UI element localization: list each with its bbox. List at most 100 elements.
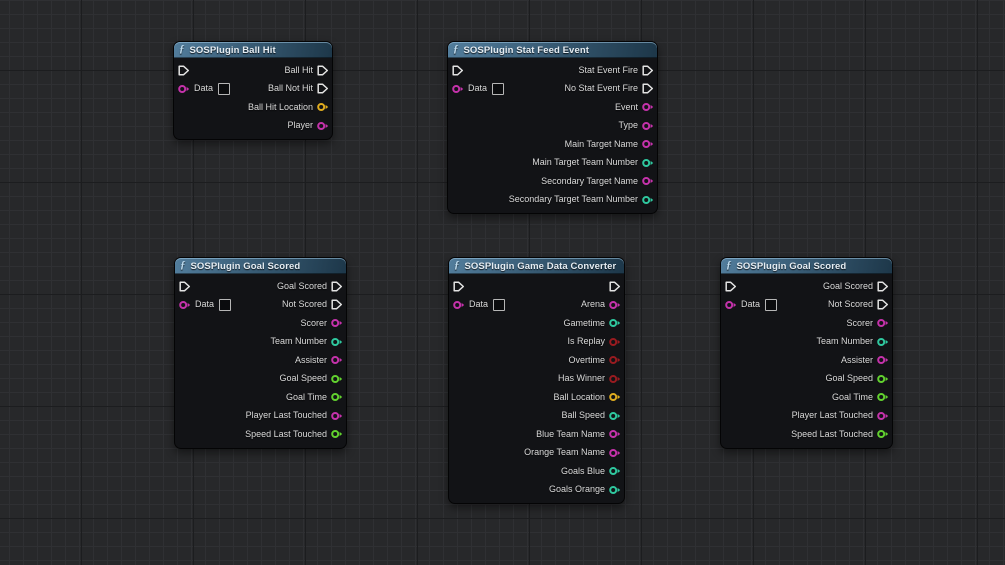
pin-icon-string[interactable] xyxy=(877,411,889,421)
pin-icon-string[interactable] xyxy=(178,84,190,94)
pin-icon-string[interactable] xyxy=(179,300,191,310)
pin-label: Data xyxy=(195,299,215,310)
function-icon: ƒ xyxy=(453,43,459,55)
exec-pin-icon[interactable] xyxy=(453,281,465,292)
pin-icon-string[interactable] xyxy=(453,300,465,310)
data-value-field[interactable] xyxy=(219,298,232,311)
node-header[interactable]: ƒ SOSPlugin Goal Scored xyxy=(175,258,346,274)
pin-icon-float[interactable] xyxy=(877,429,889,439)
node-header[interactable]: ƒ SOSPlugin Ball Hit xyxy=(174,42,332,58)
pin-icon-string[interactable] xyxy=(331,318,343,328)
data-value-field[interactable] xyxy=(765,298,778,311)
exec-pin-icon[interactable] xyxy=(877,281,889,292)
pin-icon-bool[interactable] xyxy=(609,374,621,384)
blueprint-graph-canvas[interactable]: ƒ SOSPlugin Ball Hit Data Ball Hit Ball Not … xyxy=(0,0,1005,565)
pin-label: Blue Team Name xyxy=(536,428,605,439)
output-pins-column: Goal Scored Not Scored Scorer Team Number As… xyxy=(231,277,346,444)
output-pin-row: Has Winner xyxy=(558,370,624,389)
node-sosplugin-goal-scored-2[interactable]: ƒ SOSPlugin Goal Scored Data Goal Scored Not… xyxy=(720,257,893,449)
exec-pin-icon[interactable] xyxy=(877,299,889,310)
pin-label: Team Number xyxy=(270,336,327,347)
pin-icon-string[interactable] xyxy=(642,176,654,186)
pin-icon-float[interactable] xyxy=(331,374,343,384)
pin-icon-string[interactable] xyxy=(642,139,654,149)
node-header[interactable]: ƒ SOSPlugin Stat Feed Event xyxy=(448,42,657,58)
output-pin-row: Ball Not Hit xyxy=(268,80,332,99)
pin-icon-string[interactable] xyxy=(877,318,889,328)
pin-label: Overtime xyxy=(568,354,605,365)
pin-icon-string[interactable] xyxy=(725,300,737,310)
data-value-field[interactable] xyxy=(492,82,505,95)
exec-pin-icon[interactable] xyxy=(317,83,329,94)
exec-pin-icon[interactable] xyxy=(317,65,329,76)
pin-label: Ball Speed xyxy=(561,410,605,421)
input-pin-row xyxy=(721,277,737,296)
exec-pin-icon[interactable] xyxy=(178,65,190,76)
pin-icon-float[interactable] xyxy=(331,429,343,439)
pin-icon-string[interactable] xyxy=(331,411,343,421)
pin-label: Goal Speed xyxy=(825,373,873,384)
output-pin-row: Player xyxy=(287,117,332,136)
pin-icon-string[interactable] xyxy=(317,121,329,131)
exec-pin-icon[interactable] xyxy=(642,83,654,94)
pin-label: Goal Time xyxy=(831,391,873,402)
node-sosplugin-game-data-converter[interactable]: ƒ SOSPlugin Game Data Converter Data Arena G… xyxy=(448,257,625,504)
pin-icon-string[interactable] xyxy=(452,84,464,94)
pin-label: Is Replay xyxy=(567,336,605,347)
pin-icon-string[interactable] xyxy=(609,448,621,458)
exec-pin-icon[interactable] xyxy=(642,65,654,76)
data-value-field[interactable] xyxy=(218,82,231,95)
output-pin-row: Gametime xyxy=(563,314,624,333)
node-sosplugin-stat-feed-event[interactable]: ƒ SOSPlugin Stat Feed Event Data Stat Event… xyxy=(447,41,658,214)
exec-pin-icon[interactable] xyxy=(452,65,464,76)
pin-icon-int[interactable] xyxy=(609,466,621,476)
output-pin-row: Goal Scored xyxy=(823,277,892,296)
pin-icon-int[interactable] xyxy=(609,318,621,328)
output-pins-column: Ball Hit Ball Not Hit Ball Hit Location Pla… xyxy=(230,61,332,135)
pin-label: Assister xyxy=(294,354,327,365)
pin-icon-string[interactable] xyxy=(331,355,343,365)
input-pin-row: Data xyxy=(448,80,505,99)
pin-icon-float[interactable] xyxy=(877,392,889,402)
exec-pin-icon[interactable] xyxy=(725,281,737,292)
exec-pin-icon[interactable] xyxy=(179,281,191,292)
pin-icon-string[interactable] xyxy=(642,102,654,112)
pin-icon-string[interactable] xyxy=(609,300,621,310)
node-header[interactable]: ƒ SOSPlugin Goal Scored xyxy=(721,258,892,274)
output-pin-row: Goal Speed xyxy=(279,370,346,389)
pin-icon-string[interactable] xyxy=(609,429,621,439)
pin-label: No Stat Event Fire xyxy=(564,83,638,94)
node-sosplugin-goal-scored-1[interactable]: ƒ SOSPlugin Goal Scored Data Goal Scored Not… xyxy=(174,257,347,449)
pin-label: Main Target Team Number xyxy=(532,157,638,168)
pin-icon-float[interactable] xyxy=(877,374,889,384)
pin-icon-int[interactable] xyxy=(331,337,343,347)
output-pin-row: Player Last Touched xyxy=(246,407,346,426)
pin-label: Not Scored xyxy=(281,299,327,310)
node-header[interactable]: ƒ SOSPlugin Game Data Converter xyxy=(449,258,624,274)
pin-icon-vector[interactable] xyxy=(609,392,621,402)
pin-icon-int[interactable] xyxy=(609,411,621,421)
pin-icon-int[interactable] xyxy=(877,337,889,347)
output-pin-row: Type xyxy=(618,117,657,136)
node-body: Data Goal Scored Not Scored Scorer Team Numb… xyxy=(721,274,892,448)
data-value-field[interactable] xyxy=(493,298,506,311)
output-pin-row: Goal Speed xyxy=(825,370,892,389)
pin-icon-string[interactable] xyxy=(642,121,654,131)
pin-icon-bool[interactable] xyxy=(609,337,621,347)
exec-pin-icon[interactable] xyxy=(331,299,343,310)
output-pin-row: Blue Team Name xyxy=(536,425,624,444)
pin-icon-int[interactable] xyxy=(642,195,654,205)
node-sosplugin-ball-hit[interactable]: ƒ SOSPlugin Ball Hit Data Ball Hit Ball Not … xyxy=(173,41,333,140)
exec-pin-icon[interactable] xyxy=(331,281,343,292)
input-pins-column: Data xyxy=(449,277,506,314)
output-pin-row: Is Replay xyxy=(567,333,624,352)
exec-pin-icon[interactable] xyxy=(609,281,621,292)
pin-icon-float[interactable] xyxy=(331,392,343,402)
pin-label: Orange Team Name xyxy=(524,447,605,458)
pin-icon-vector[interactable] xyxy=(317,102,329,112)
pin-icon-bool[interactable] xyxy=(609,355,621,365)
pin-icon-int[interactable] xyxy=(642,158,654,168)
pin-icon-int[interactable] xyxy=(609,485,621,495)
pin-icon-string[interactable] xyxy=(877,355,889,365)
output-pin-row: Overtime xyxy=(568,351,624,370)
